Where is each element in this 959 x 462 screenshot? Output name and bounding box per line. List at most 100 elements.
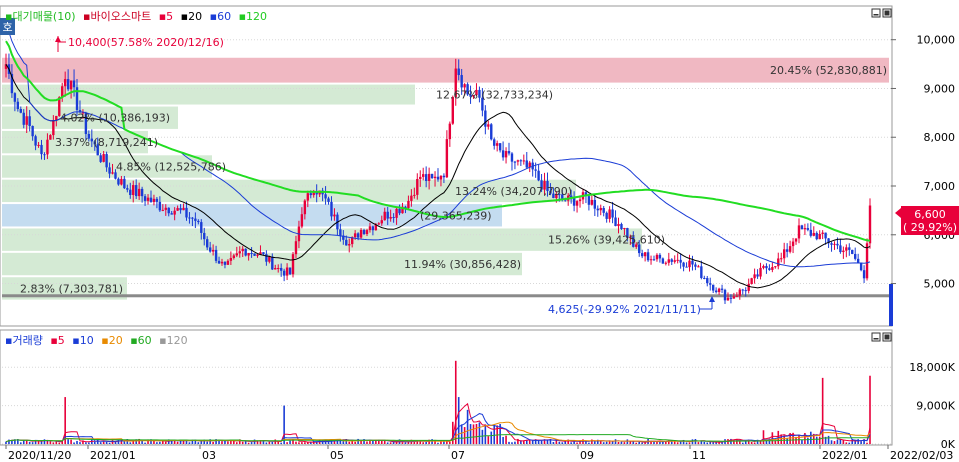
candle-body — [575, 201, 579, 206]
candle-body — [812, 232, 815, 236]
candle-body — [288, 267, 292, 275]
candle-body — [484, 110, 487, 127]
candle-body — [134, 185, 138, 197]
stock-chart: 20.45% (52,830,881) 12.67% (32,733,234) 4.… — [0, 5, 959, 462]
candle-body — [744, 290, 747, 292]
candle-body — [303, 200, 307, 215]
volume-bar — [401, 442, 404, 444]
candle-body — [700, 266, 703, 278]
volume-bar — [105, 441, 108, 444]
candle-body — [747, 283, 750, 291]
candle-body — [711, 284, 715, 291]
candle-body — [797, 225, 801, 239]
candle-body — [534, 169, 537, 171]
candle-body — [851, 249, 854, 254]
candle-body — [300, 214, 304, 227]
legend-ma20: ▪20 — [181, 10, 202, 23]
candle-body — [691, 260, 694, 265]
candle-body — [410, 195, 413, 201]
volume-bar — [79, 442, 81, 444]
volume-bar — [85, 442, 87, 444]
candle-body — [274, 268, 277, 270]
candle-body — [714, 290, 718, 293]
volume-bar — [753, 442, 756, 444]
volume-bar — [156, 442, 158, 444]
candle-body — [179, 208, 182, 211]
volume-bar — [644, 442, 646, 444]
candle-body — [516, 160, 520, 162]
volume-bar — [76, 440, 78, 444]
candle-body — [602, 207, 605, 213]
volume-bar — [558, 441, 561, 444]
volume-bar — [437, 442, 439, 444]
volume-panel-maximize-button[interactable] — [882, 332, 892, 342]
volume-panel-minimize-button[interactable] — [871, 332, 881, 342]
candle-body — [120, 178, 123, 185]
current-price-value: 6,600 — [914, 208, 946, 221]
volume-bar — [555, 440, 558, 444]
volume-bar — [801, 439, 803, 444]
legend-ma5: ▪5 — [159, 10, 173, 23]
date-tick-label: 2022/01 — [822, 449, 868, 462]
price-panel-maximize-button[interactable] — [882, 8, 892, 18]
candle-body — [173, 210, 176, 215]
volume-profile-bar — [2, 57, 889, 83]
candle-body — [206, 239, 209, 248]
high-annotation-label: 10,400(57.58% 2020/12/16) — [68, 36, 224, 49]
volume-bar — [659, 441, 661, 444]
candle-body — [72, 80, 76, 88]
price-tick-label: 7,000 — [924, 180, 956, 193]
volume-profile-label: 11.94% (30,856,428) — [404, 258, 521, 271]
legend-vol-ma60: ▪60 — [130, 334, 151, 347]
candle-body — [371, 226, 375, 231]
legend-stock-name: ▪바이오스마트 — [83, 10, 151, 23]
volume-bar — [460, 424, 463, 444]
candle-body — [806, 228, 810, 230]
price-tick-label: 10,000 — [917, 34, 956, 47]
volume-bar — [221, 441, 223, 444]
candle-body — [348, 244, 351, 246]
price-panel-minimize-button[interactable] — [871, 8, 881, 18]
candle-body — [765, 266, 768, 269]
price-tick-label: 9,000 — [924, 82, 956, 95]
candle-body — [667, 259, 670, 263]
candle-body — [285, 267, 289, 276]
legend-vol-ma20: ▪20 — [101, 334, 122, 347]
volume-bar — [656, 441, 658, 444]
candle-body — [389, 217, 392, 219]
candle-body — [661, 258, 665, 264]
lowest-band-line — [2, 294, 889, 298]
volume-bar — [540, 440, 543, 444]
candle-body — [191, 217, 194, 219]
volume-profile-bar — [2, 84, 415, 105]
candle-body — [188, 217, 191, 219]
volume-bar — [31, 442, 34, 444]
candle-body — [359, 229, 363, 238]
volume-bar — [594, 441, 596, 444]
volume-bar — [487, 436, 490, 444]
volume-bar — [164, 441, 167, 444]
volume-bar — [395, 442, 398, 444]
date-tick-label: 11 — [692, 449, 706, 462]
candle-body — [327, 198, 330, 202]
candle-body — [788, 246, 792, 252]
volume-bar — [227, 441, 229, 444]
candle-body — [803, 228, 807, 230]
candle-body — [771, 267, 774, 270]
candle-body — [333, 214, 336, 217]
volume-bar — [845, 442, 848, 444]
candle-body — [235, 253, 238, 256]
candle-body — [262, 252, 265, 255]
candle-body — [679, 259, 682, 263]
volume-bar — [514, 441, 516, 444]
volume-bar — [552, 441, 555, 444]
candle-body — [433, 176, 437, 179]
candle-body — [395, 208, 398, 218]
candle-body — [105, 154, 108, 168]
volume-bar — [697, 442, 700, 444]
volume-bar — [830, 440, 833, 444]
candle-body — [265, 254, 268, 262]
candle-body — [658, 254, 662, 259]
volume-bar — [449, 441, 451, 444]
candle-body — [578, 199, 582, 202]
